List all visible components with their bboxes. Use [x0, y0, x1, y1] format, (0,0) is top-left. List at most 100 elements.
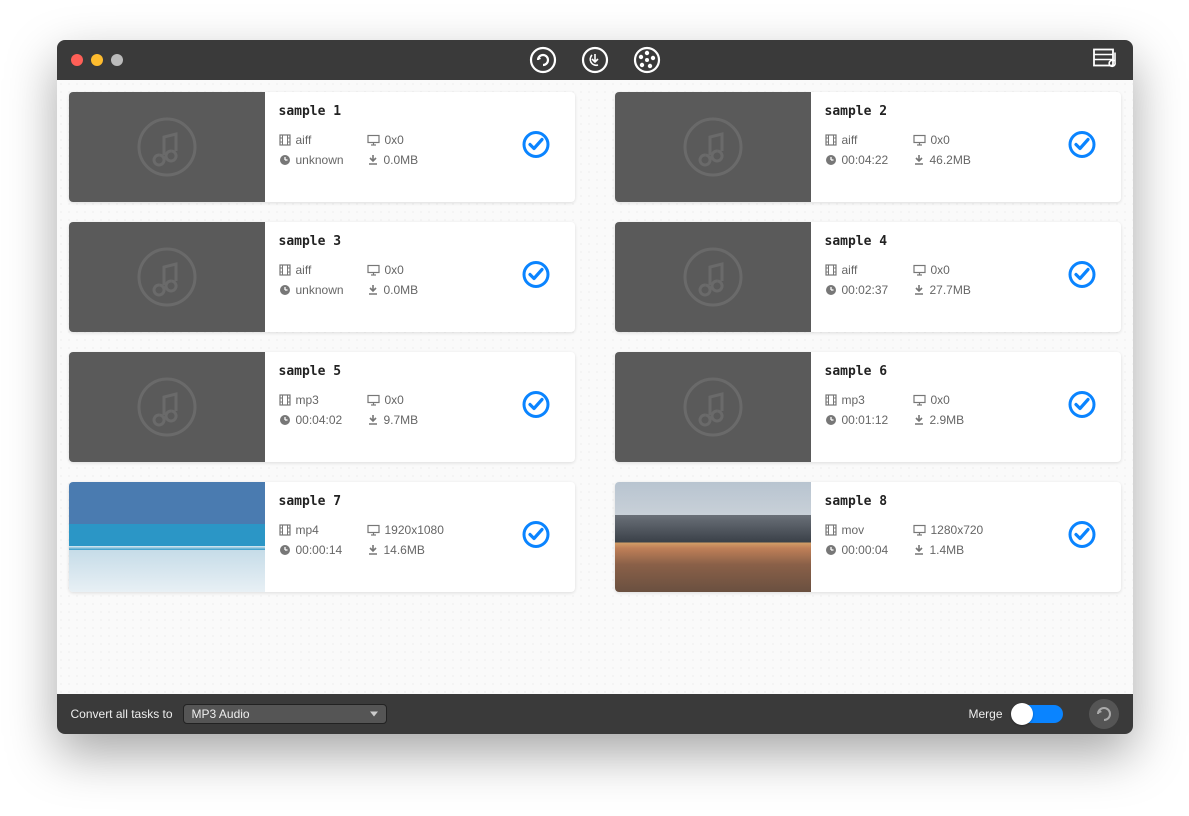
duration-icon	[825, 544, 837, 556]
file-info: sample 4 aiff0x000:02:3727.7MB	[811, 222, 1121, 332]
filesize-icon	[913, 414, 925, 426]
merge-toggle[interactable]	[1013, 705, 1063, 723]
file-name: sample 1	[279, 104, 561, 119]
resolution-icon	[913, 134, 926, 146]
file-card[interactable]: sample 8 mov1280x72000:00:041.4MB	[615, 482, 1121, 592]
file-format: aiff	[279, 133, 367, 147]
file-duration: unknown	[279, 153, 367, 167]
file-card[interactable]: sample 4 aiff0x000:02:3727.7MB	[615, 222, 1121, 332]
titlebar	[57, 40, 1133, 80]
file-list-area: sample 1aiff0x0unknown0.0MBsample 2aiff0…	[57, 80, 1133, 694]
file-card[interactable]: sample 3aiff0x0unknown0.0MB	[69, 222, 575, 332]
output-format-select[interactable]: MP3 Audio	[183, 704, 387, 724]
duration-icon	[279, 544, 291, 556]
format-icon	[825, 134, 837, 146]
file-format: aiff	[825, 133, 913, 147]
library-icon[interactable]	[1093, 47, 1119, 74]
select-check-icon[interactable]	[521, 390, 551, 425]
duration-icon	[825, 284, 837, 296]
select-check-icon[interactable]	[521, 260, 551, 295]
filesize-icon	[367, 284, 379, 296]
audio-thumbnail-icon	[69, 222, 265, 332]
file-card[interactable]: sample 5mp30x000:04:029.7MB	[69, 352, 575, 462]
audio-thumbnail-icon	[69, 92, 265, 202]
audio-thumbnail-icon	[69, 352, 265, 462]
format-icon	[825, 394, 837, 406]
filesize-icon	[367, 544, 379, 556]
select-check-icon[interactable]	[1067, 520, 1097, 555]
start-convert-button[interactable]	[1089, 699, 1119, 729]
footer-bar: Convert all tasks to MP3 Audio Merge	[57, 694, 1133, 734]
close-button[interactable]	[71, 54, 83, 66]
file-info: sample 6 mp30x000:01:122.9MB	[811, 352, 1121, 462]
movie-tab-icon[interactable]	[632, 45, 662, 75]
file-meta: aiff0x000:02:3727.7MB	[825, 263, 1107, 297]
zoom-button[interactable]	[111, 54, 123, 66]
duration-icon	[279, 154, 291, 166]
file-meta: mp41920x108000:00:1414.6MB	[279, 523, 561, 557]
mode-tabs	[528, 45, 662, 75]
file-card[interactable]: sample 2 aiff0x000:04:2246.2MB	[615, 92, 1121, 202]
filesize-icon	[367, 414, 379, 426]
file-name: sample 2	[825, 104, 1107, 119]
file-resolution: 0x0	[367, 263, 477, 277]
resolution-icon	[367, 264, 380, 276]
duration-icon	[825, 414, 837, 426]
app-window: sample 1aiff0x0unknown0.0MBsample 2aiff0…	[57, 40, 1133, 734]
file-card[interactable]: sample 7mp41920x108000:00:1414.6MB	[69, 482, 575, 592]
file-meta: mov1280x72000:00:041.4MB	[825, 523, 1107, 557]
file-resolution: 0x0	[913, 263, 1023, 277]
convert-tab-icon[interactable]	[528, 45, 558, 75]
file-name: sample 8	[825, 494, 1107, 509]
video-thumbnail	[69, 482, 265, 592]
audio-thumbnail-icon	[615, 92, 811, 202]
select-check-icon[interactable]	[1067, 130, 1097, 165]
file-info: sample 1 aiff0x0unknown0.0MB	[265, 92, 575, 202]
file-name: sample 6	[825, 364, 1107, 379]
resolution-icon	[367, 134, 380, 146]
file-card[interactable]: sample 1 aiff0x0unknown0.0MB	[69, 92, 575, 202]
file-size: 46.2MB	[913, 153, 1023, 167]
file-info: sample 2 aiff0x000:04:2246.2MB	[811, 92, 1121, 202]
resolution-icon	[913, 524, 926, 536]
file-info: sample 5mp30x000:04:029.7MB	[265, 352, 575, 462]
select-check-icon[interactable]	[521, 130, 551, 165]
file-info: sample 3aiff0x0unknown0.0MB	[265, 222, 575, 332]
file-info: sample 8 mov1280x72000:00:041.4MB	[811, 482, 1121, 592]
merge-label: Merge	[968, 707, 1002, 721]
duration-icon	[279, 284, 291, 296]
file-size: 9.7MB	[367, 413, 477, 427]
file-name: sample 3	[279, 234, 561, 249]
file-duration: 00:04:02	[279, 413, 367, 427]
file-name: sample 4	[825, 234, 1107, 249]
download-tab-icon[interactable]	[580, 45, 610, 75]
file-duration: unknown	[279, 283, 367, 297]
resolution-icon	[913, 394, 926, 406]
file-card[interactable]: sample 6 mp30x000:01:122.9MB	[615, 352, 1121, 462]
select-check-icon[interactable]	[1067, 390, 1097, 425]
select-check-icon[interactable]	[1067, 260, 1097, 295]
filesize-icon	[913, 544, 925, 556]
minimize-button[interactable]	[91, 54, 103, 66]
audio-thumbnail-icon	[615, 222, 811, 332]
duration-icon	[279, 414, 291, 426]
file-meta: aiff0x0unknown0.0MB	[279, 133, 561, 167]
video-thumbnail	[615, 482, 811, 592]
select-check-icon[interactable]	[521, 520, 551, 555]
format-icon	[279, 394, 291, 406]
resolution-icon	[367, 394, 380, 406]
file-meta: aiff0x000:04:2246.2MB	[825, 133, 1107, 167]
format-icon	[825, 524, 837, 536]
traffic-lights	[57, 54, 123, 66]
file-format: aiff	[825, 263, 913, 277]
resolution-icon	[367, 524, 380, 536]
file-format: mov	[825, 523, 913, 537]
file-meta: mp30x000:01:122.9MB	[825, 393, 1107, 427]
format-icon	[279, 264, 291, 276]
file-duration: 00:00:04	[825, 543, 913, 557]
duration-icon	[825, 154, 837, 166]
file-resolution: 1920x1080	[367, 523, 477, 537]
filesize-icon	[913, 284, 925, 296]
file-info: sample 7mp41920x108000:00:1414.6MB	[265, 482, 575, 592]
file-name: sample 5	[279, 364, 561, 379]
